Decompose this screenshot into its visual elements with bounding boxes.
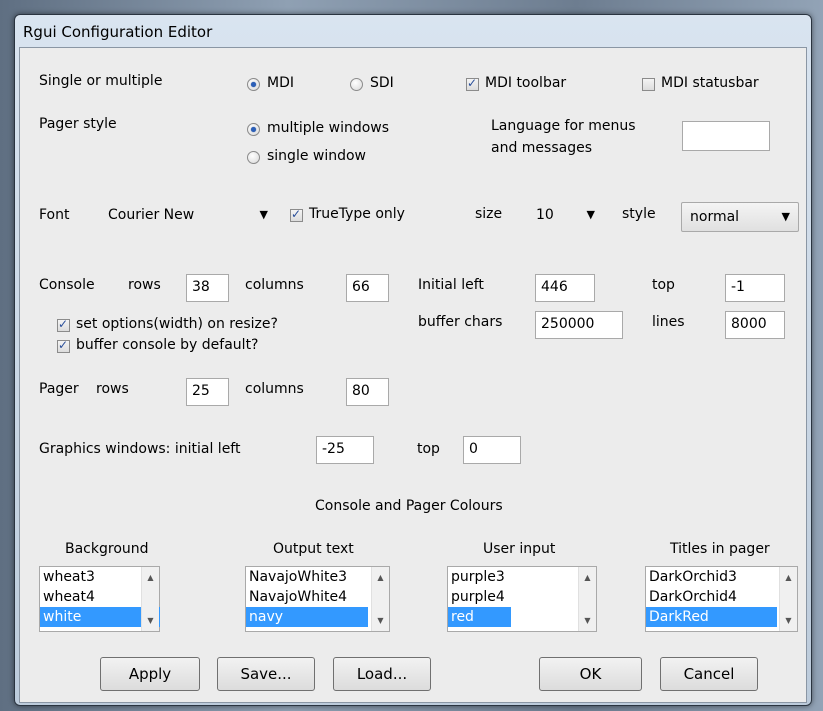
console-columns-input[interactable]: 66 xyxy=(346,274,389,302)
language-label-line2: and messages xyxy=(491,140,593,156)
font-size-select[interactable]: 10 ▼ xyxy=(528,201,603,231)
font-style-value: normal xyxy=(690,209,740,225)
mode-label: Single or multiple xyxy=(39,73,163,89)
ok-button[interactable]: OK xyxy=(539,657,642,691)
chevron-down-icon: ▼ xyxy=(586,208,595,221)
graphics-left-input[interactable]: -25 xyxy=(316,436,374,464)
dialog-client-area: Single or multiple MDI SDI MDI toolbar M… xyxy=(19,47,807,703)
multiple-windows-radio[interactable] xyxy=(247,123,260,136)
console-rows-input[interactable]: 38 xyxy=(186,274,229,302)
chevron-down-icon: ▼ xyxy=(259,208,268,221)
set-width-checkbox[interactable] xyxy=(57,317,70,332)
scrollbar[interactable]: ▲ ▼ xyxy=(578,567,596,631)
sdi-label[interactable]: SDI xyxy=(370,75,394,91)
size-label: size xyxy=(475,206,503,222)
console-label: Console xyxy=(39,277,95,293)
list-item-selected[interactable]: red xyxy=(448,607,511,627)
font-style-select[interactable]: normal ▼ xyxy=(681,202,799,232)
scroll-up-icon[interactable]: ▲ xyxy=(780,573,797,582)
background-title: Background xyxy=(65,541,149,557)
background-listbox[interactable]: wheat3 wheat4 white ▲ ▼ xyxy=(39,566,160,632)
font-family-value: Courier New xyxy=(108,207,195,223)
mdi-toolbar-checkbox[interactable] xyxy=(466,76,479,91)
save-button[interactable]: Save... xyxy=(217,657,315,691)
colours-heading: Console and Pager Colours xyxy=(315,498,503,514)
output-text-listbox[interactable]: NavajoWhite3 NavajoWhite4 navy ▲ ▼ xyxy=(245,566,390,632)
language-input[interactable] xyxy=(682,121,770,151)
list-item[interactable]: NavajoWhite3 xyxy=(246,567,389,587)
initial-left-input[interactable]: 446 xyxy=(535,274,595,302)
mdi-statusbar-checkbox[interactable] xyxy=(642,78,655,91)
pager-columns-label: columns xyxy=(245,381,304,397)
list-item[interactable]: DarkOrchid4 xyxy=(646,587,797,607)
sdi-radio[interactable] xyxy=(350,78,363,91)
list-item-selected[interactable]: navy xyxy=(246,607,368,627)
user-input-listbox[interactable]: purple3 purple4 red ▲ ▼ xyxy=(447,566,597,632)
buffer-console-checkbox[interactable] xyxy=(57,338,70,353)
single-window-radio[interactable] xyxy=(247,151,260,164)
console-rows-label: rows xyxy=(128,277,161,293)
list-item-selected[interactable]: DarkRed xyxy=(646,607,777,627)
scrollbar[interactable]: ▲ ▼ xyxy=(371,567,389,631)
pager-columns-input[interactable]: 80 xyxy=(346,378,389,406)
user-input-title: User input xyxy=(483,541,556,557)
chevron-down-icon: ▼ xyxy=(781,210,790,223)
scroll-up-icon[interactable]: ▲ xyxy=(579,573,596,582)
scroll-down-icon[interactable]: ▼ xyxy=(142,616,159,625)
list-item[interactable]: DarkOrchid3 xyxy=(646,567,797,587)
scrollbar[interactable]: ▲ ▼ xyxy=(141,567,159,631)
set-width-label[interactable]: set options(width) on resize? xyxy=(76,316,278,332)
mdi-radio[interactable] xyxy=(247,78,260,91)
language-label-line1: Language for menus xyxy=(491,118,636,134)
single-window-label[interactable]: single window xyxy=(267,148,366,164)
mdi-toolbar-label[interactable]: MDI toolbar xyxy=(485,75,566,91)
truetype-checkbox[interactable] xyxy=(290,207,303,222)
lines-label: lines xyxy=(652,314,685,330)
font-label: Font xyxy=(39,207,70,223)
console-top-input[interactable]: -1 xyxy=(725,274,785,302)
truetype-label[interactable]: TrueType only xyxy=(309,206,405,222)
titles-in-pager-listbox[interactable]: DarkOrchid3 DarkOrchid4 DarkRed ▲ ▼ xyxy=(645,566,798,632)
graphics-label: Graphics windows: initial left xyxy=(39,441,241,457)
scroll-down-icon[interactable]: ▼ xyxy=(372,616,389,625)
scrollbar[interactable]: ▲ ▼ xyxy=(779,567,797,631)
font-size-value: 10 xyxy=(536,207,554,223)
console-columns-label: columns xyxy=(245,277,304,293)
scroll-down-icon[interactable]: ▼ xyxy=(780,616,797,625)
scroll-down-icon[interactable]: ▼ xyxy=(579,616,596,625)
multiple-windows-label[interactable]: multiple windows xyxy=(267,120,389,136)
list-item[interactable]: NavajoWhite4 xyxy=(246,587,389,607)
console-top-label: top xyxy=(652,277,675,293)
style-label: style xyxy=(622,206,656,222)
output-text-title: Output text xyxy=(273,541,354,557)
titles-in-pager-title: Titles in pager xyxy=(670,541,770,557)
graphics-top-input[interactable]: 0 xyxy=(463,436,521,464)
buffer-chars-input[interactable]: 250000 xyxy=(535,311,623,339)
buffer-chars-label: buffer chars xyxy=(418,314,503,330)
scroll-up-icon[interactable]: ▲ xyxy=(372,573,389,582)
initial-left-label: Initial left xyxy=(418,277,484,293)
list-item[interactable]: purple4 xyxy=(448,587,596,607)
mdi-statusbar-label[interactable]: MDI statusbar xyxy=(661,75,759,91)
lines-input[interactable]: 8000 xyxy=(725,311,785,339)
scroll-up-icon[interactable]: ▲ xyxy=(142,573,159,582)
mdi-label[interactable]: MDI xyxy=(267,75,294,91)
apply-button[interactable]: Apply xyxy=(100,657,200,691)
font-family-select[interactable]: Courier New ▼ xyxy=(100,201,276,231)
pager-style-label: Pager style xyxy=(39,116,117,132)
window-title: Rgui Configuration Editor xyxy=(23,23,213,41)
pager-rows-label: rows xyxy=(96,381,129,397)
list-item[interactable]: purple3 xyxy=(448,567,596,587)
pager-rows-input[interactable]: 25 xyxy=(186,378,229,406)
cancel-button[interactable]: Cancel xyxy=(660,657,758,691)
load-button[interactable]: Load... xyxy=(333,657,431,691)
pager-label: Pager xyxy=(39,381,79,397)
buffer-console-label[interactable]: buffer console by default? xyxy=(76,337,259,353)
graphics-top-label: top xyxy=(417,441,440,457)
